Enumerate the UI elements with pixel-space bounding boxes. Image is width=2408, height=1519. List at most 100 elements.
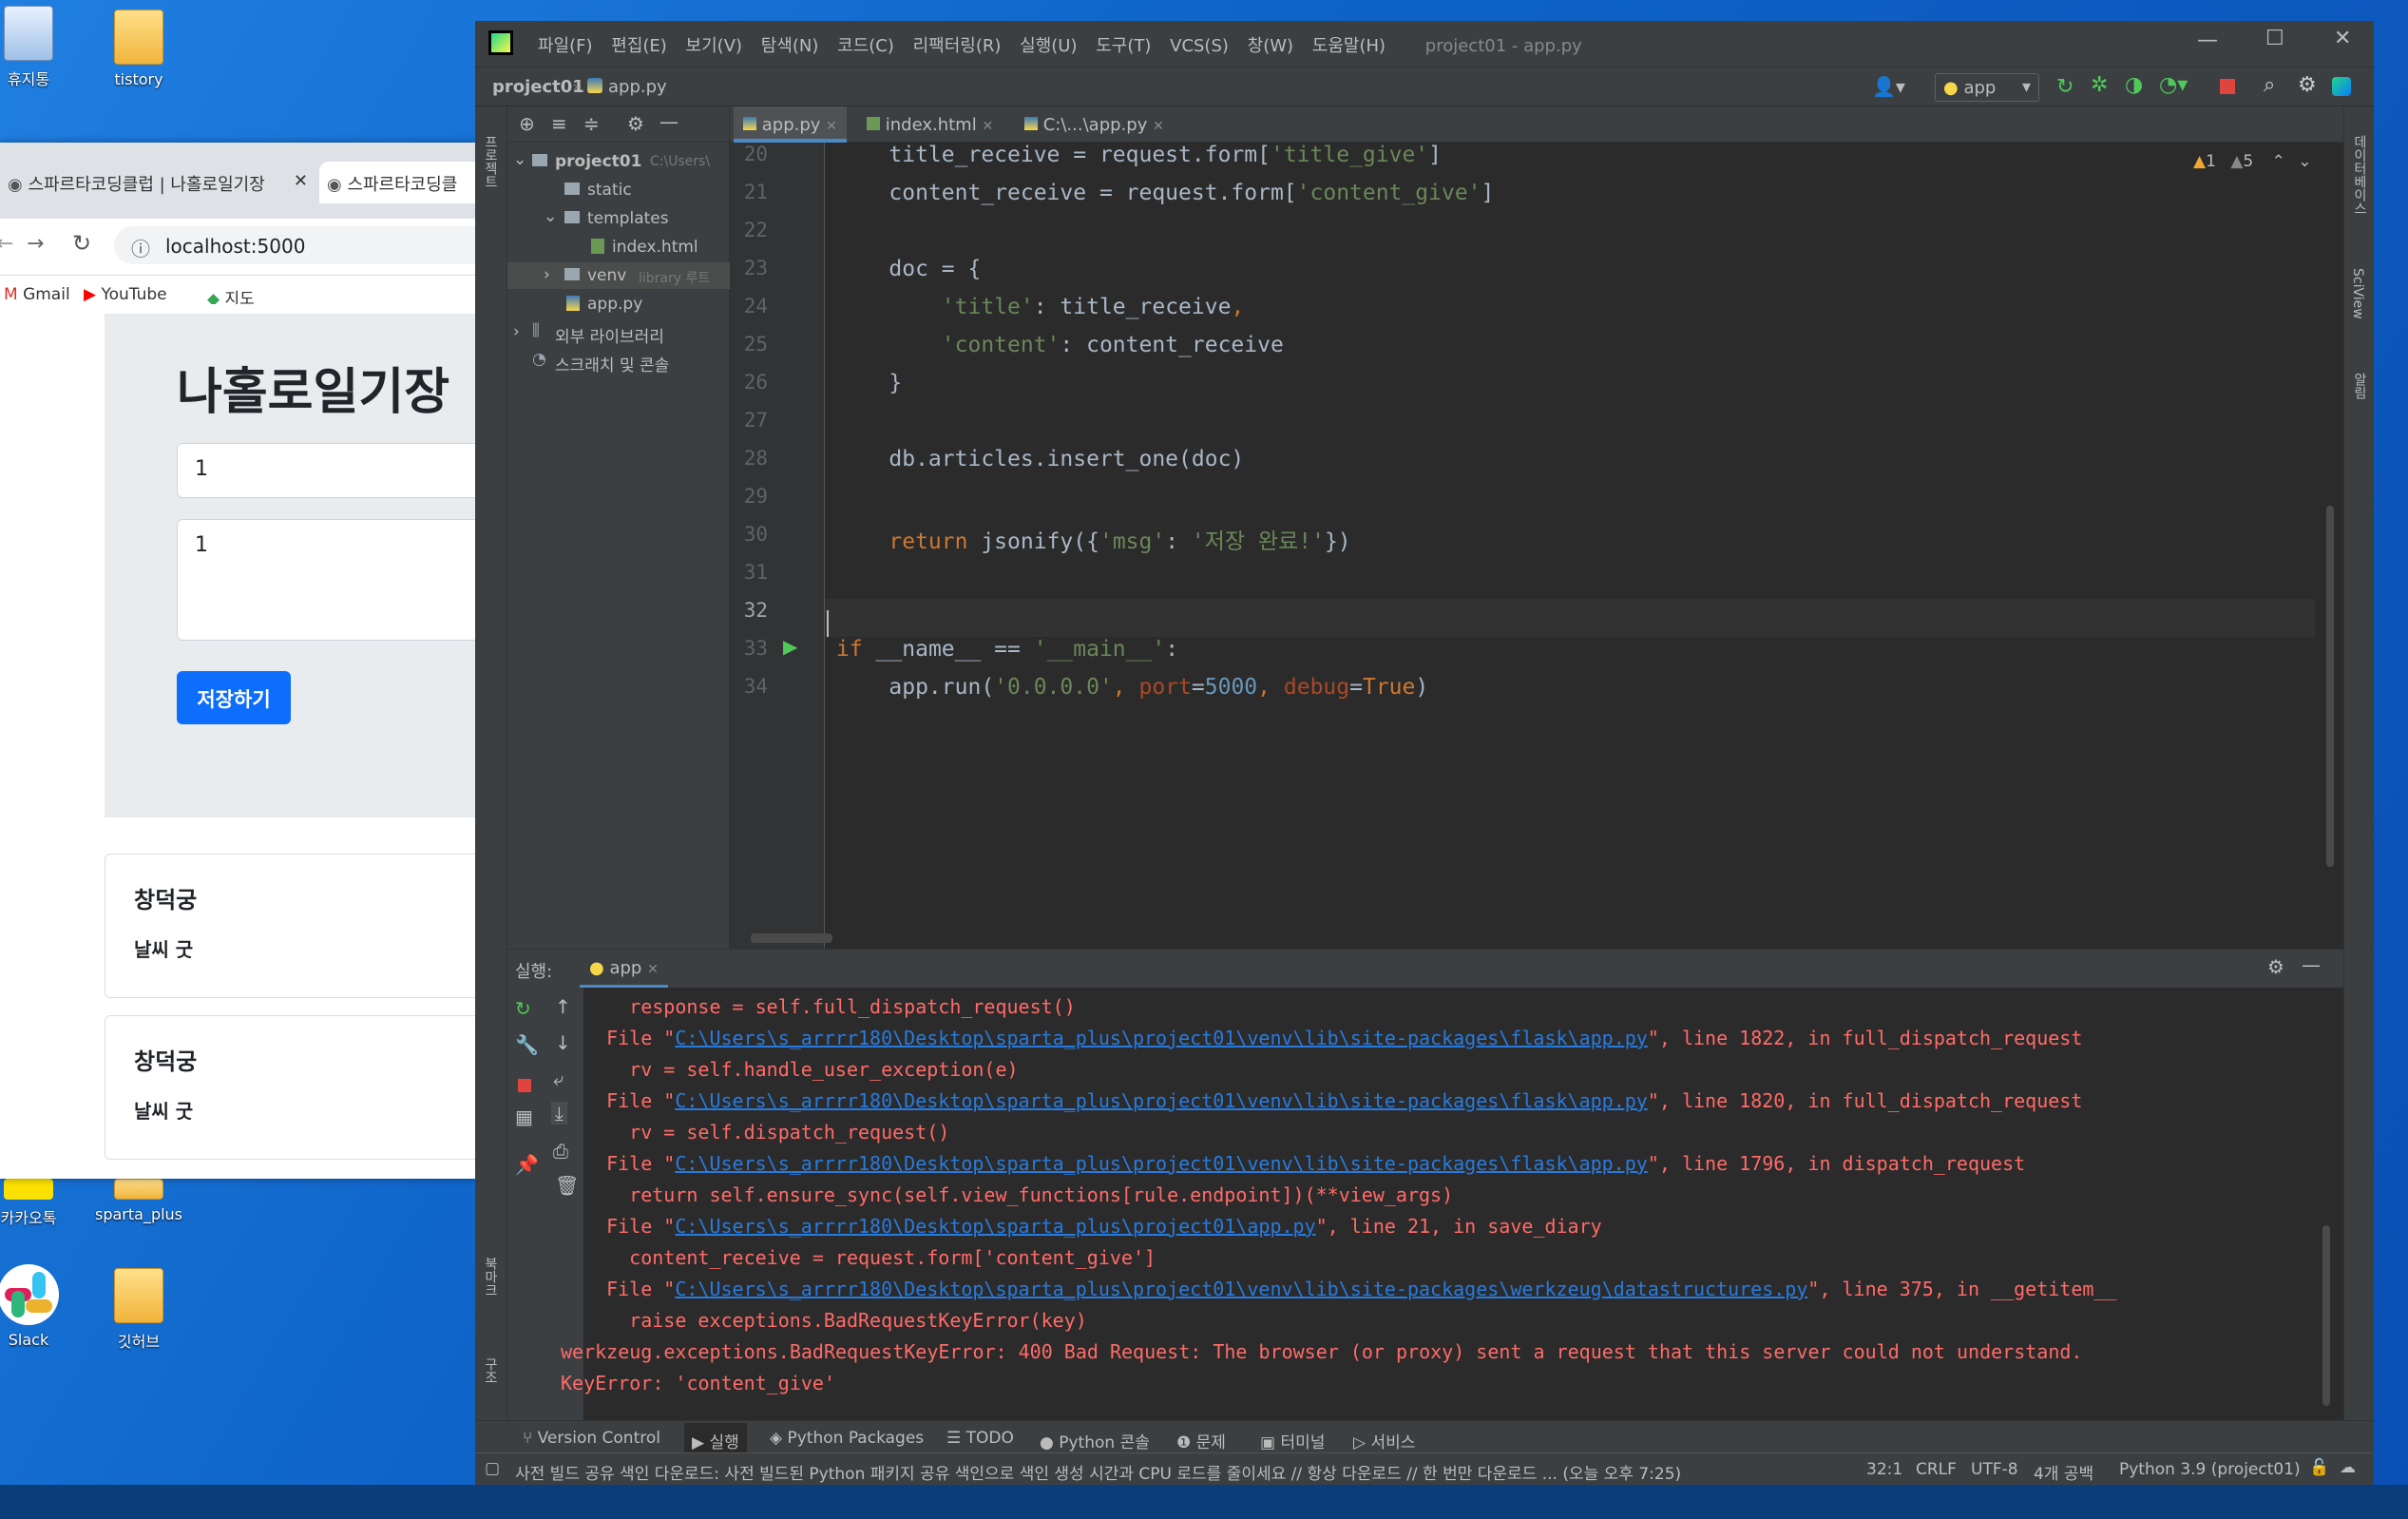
maximize-icon[interactable]: ☐ — [2265, 27, 2284, 50]
console-file-link[interactable]: C:\Users\s_arrrr180\Desktop\sparta_plus\… — [675, 1027, 1648, 1049]
close-icon[interactable]: ✕ — [647, 962, 659, 977]
tool-tab-run[interactable]: ▶ 실행 — [684, 1423, 747, 1453]
desktop-icon-slack[interactable]: Slack — [0, 1264, 86, 1349]
trash-icon[interactable]: 🗑 — [555, 1174, 579, 1197]
tool-tab-python-console[interactable]: ● Python 콘솔 — [1040, 1429, 1150, 1452]
close-icon[interactable]: ✕ — [2334, 27, 2351, 50]
menu-window[interactable]: 창(W) — [1248, 36, 1293, 56]
hide-icon[interactable]: — — [659, 110, 678, 133]
search-icon[interactable]: ⌕ — [2264, 73, 2275, 97]
desktop-icon-sparta-plus[interactable]: sparta_plus — [82, 1179, 196, 1223]
close-icon[interactable]: ✕ — [982, 119, 993, 134]
forward-icon[interactable]: → — [27, 232, 44, 256]
console-output[interactable]: response = self.full_dispatch_request() … — [561, 988, 2313, 1448]
menu-file[interactable]: 파일(F) — [538, 36, 593, 56]
run-config-selector[interactable]: ● app ▾ — [1935, 73, 2039, 102]
arrow-down-icon[interactable]: ↓ — [555, 1031, 571, 1054]
chevron-up-icon[interactable]: ⌃ — [2272, 152, 2285, 171]
menu-edit[interactable]: 편집(E) — [611, 36, 667, 56]
run-gutter-icon[interactable]: ▶ — [783, 635, 797, 658]
menu-navigate[interactable]: 탐색(N) — [761, 36, 819, 56]
editor-tab-app-py[interactable]: app.py ✕ — [734, 106, 847, 143]
tool-tab-python-packages[interactable]: ◈ Python Packages — [770, 1429, 924, 1448]
gear-icon[interactable]: ⚙ — [627, 112, 644, 135]
database-tool-button[interactable]: 데이터베이스 — [2350, 135, 2369, 215]
tool-tab-problems[interactable]: ❶ 문제 — [1176, 1429, 1226, 1452]
soft-wrap-icon[interactable]: ⤶ — [553, 1067, 564, 1090]
console-file-link[interactable]: C:\Users\s_arrrr180\Desktop\sparta_plus\… — [675, 1278, 1807, 1300]
inspection-widget[interactable]: ▲1 ▲5 ⌃ ⌄ — [2193, 152, 2312, 171]
menu-tools[interactable]: 도구(T) — [1096, 36, 1151, 56]
structure-tool-button[interactable]: 구조 — [481, 1357, 500, 1384]
line-separator[interactable]: CRLF — [1916, 1460, 1957, 1479]
project-tool-button[interactable]: 프로젝트 — [481, 135, 500, 188]
status-message[interactable]: 사전 빌드 공유 색인 다운로드: 사전 빌드된 Python 패키지 공유 색… — [515, 1460, 1864, 1484]
stop-icon[interactable] — [2220, 79, 2235, 94]
save-button[interactable]: 저장하기 — [177, 671, 291, 724]
indent-setting[interactable]: 4개 공백 — [2034, 1460, 2093, 1484]
file-encoding[interactable]: UTF-8 — [1971, 1460, 2018, 1479]
jetbrains-icon[interactable] — [2332, 77, 2351, 96]
tree-item-venv[interactable]: › venv library 루트 — [507, 262, 730, 289]
desktop-icon-kakaotalk[interactable]: 카카오톡 — [0, 1179, 86, 1228]
editor-scrollbar[interactable] — [2326, 506, 2334, 867]
menu-refactor[interactable]: 리팩터링(R) — [913, 36, 1002, 56]
collapse-all-icon[interactable]: ≑ — [583, 112, 600, 135]
notifications-icon[interactable]: ☁ — [2340, 1458, 2356, 1477]
lock-icon[interactable]: 🔓 — [2309, 1458, 2329, 1477]
minimize-icon[interactable]: — — [2197, 29, 2218, 52]
tool-tab-terminal[interactable]: ▣ 터미널 — [1260, 1429, 1325, 1452]
expand-all-icon[interactable]: ≡ — [551, 112, 567, 135]
chevron-down-icon[interactable]: ⌄ — [2298, 152, 2311, 171]
profile-icon[interactable]: ◔▾ — [2159, 73, 2188, 97]
gear-icon[interactable]: ⚙ — [2298, 73, 2317, 97]
close-icon[interactable]: ✕ — [294, 171, 308, 191]
debug-icon[interactable]: ✲ — [2091, 73, 2108, 97]
editor-tab-index-html[interactable]: index.html ✕ — [857, 106, 1003, 143]
menu-view[interactable]: 보기(V) — [686, 36, 742, 56]
console-file-link[interactable]: C:\Users\s_arrrr180\Desktop\sparta_plus\… — [675, 1152, 1648, 1175]
close-icon[interactable]: ✕ — [1153, 119, 1164, 134]
bookmarks-tool-button[interactable]: 북마크 — [481, 1257, 500, 1297]
rerun-icon[interactable]: ↻ — [2056, 75, 2074, 99]
tool-tab-services[interactable]: ▷ 서비스 — [1353, 1429, 1415, 1452]
caret-position[interactable]: 32:1 — [1866, 1460, 1902, 1479]
coverage-icon[interactable]: ◑ — [2125, 73, 2143, 97]
desktop-icon-github[interactable]: 깃허브 — [82, 1268, 196, 1352]
tool-tab-version-control[interactable]: ⑂ Version Control — [523, 1429, 660, 1448]
stop-icon[interactable] — [518, 1079, 531, 1092]
bookmark-youtube[interactable]: ▶ YouTube — [84, 285, 167, 304]
status-toggle-icon[interactable]: ▢ — [485, 1459, 500, 1478]
console-file-link[interactable]: C:\Users\s_arrrr180\Desktop\sparta_plus\… — [675, 1215, 1315, 1238]
gear-icon[interactable]: ⚙ — [2267, 955, 2284, 978]
hide-icon[interactable]: — — [2302, 953, 2321, 976]
reload-icon[interactable]: ↻ — [72, 230, 91, 257]
address-bar[interactable]: ⓘ localhost:5000 — [114, 226, 494, 264]
breadcrumb-file[interactable]: app.py — [608, 77, 667, 97]
menu-code[interactable]: 코드(C) — [837, 36, 894, 56]
sciview-tool-button[interactable]: SciView — [2350, 268, 2365, 319]
breadcrumb-project[interactable]: project01 — [492, 77, 584, 97]
tree-item-project01[interactable]: ⌄ project01 C:\Users\ — [507, 148, 730, 175]
close-icon[interactable]: ✕ — [826, 119, 837, 134]
title-input[interactable]: 1 — [177, 443, 490, 498]
menu-run[interactable]: 실행(U) — [1020, 36, 1077, 56]
menu-help[interactable]: 도움말(H) — [1312, 36, 1386, 56]
arrow-up-icon[interactable]: ↑ — [555, 995, 571, 1018]
editor-tab-external-app-py[interactable]: C:\...\app.py ✕ — [1015, 106, 1174, 143]
user-icon[interactable]: 👤▾ — [1872, 75, 1905, 98]
run-tab-app[interactable]: ● app ✕ — [580, 950, 668, 988]
console-scrollbar[interactable] — [2322, 1225, 2330, 1406]
desktop-icon-recycle-bin[interactable]: 휴지통 — [0, 6, 86, 89]
horizontal-scrollbar[interactable] — [751, 933, 832, 943]
python-interpreter[interactable]: Python 3.9 (project01) — [2119, 1460, 2301, 1479]
layout-icon[interactable]: ▦ — [515, 1106, 533, 1128]
console-file-link[interactable]: C:\Users\s_arrrr180\Desktop\sparta_plus\… — [675, 1089, 1648, 1112]
back-icon[interactable]: ← — [0, 232, 13, 256]
scroll-to-end-icon[interactable]: ⤓ — [551, 1102, 567, 1125]
browser-tab-2[interactable]: ◉ 스파르타코딩클 — [319, 162, 481, 203]
bookmark-gmail[interactable]: M Gmail — [4, 285, 70, 304]
notifications-tool-button[interactable]: 알림 — [2350, 373, 2369, 399]
desktop-icon-tistory[interactable]: tistory — [82, 10, 196, 88]
rerun-icon[interactable]: ↻ — [515, 997, 531, 1020]
